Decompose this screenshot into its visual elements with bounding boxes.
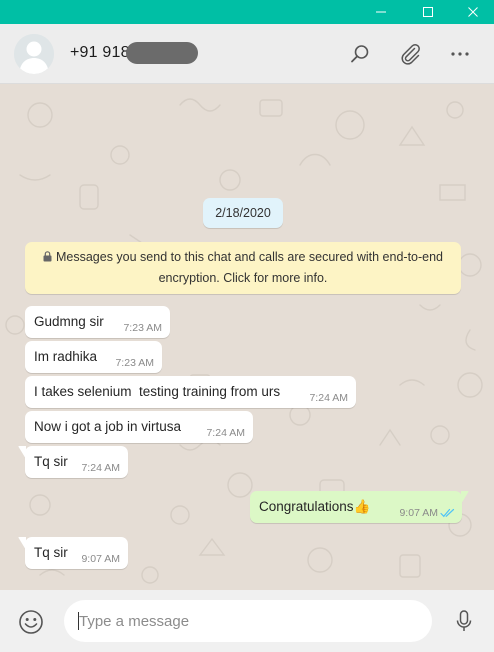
more-options-icon	[451, 52, 469, 56]
message-text: Tq sir	[34, 454, 68, 469]
emoji-button[interactable]	[18, 609, 44, 635]
message-composer	[0, 590, 494, 652]
minimize-icon	[376, 11, 386, 13]
date-divider: 2/18/2020	[203, 198, 283, 228]
message-text: I takes selenium testing training from u…	[34, 384, 281, 399]
message-time: 9:07 AM	[399, 507, 438, 519]
bubble-tail	[18, 537, 26, 550]
message-bubble-incoming[interactable]: Tq sir 7:24 AM	[18, 446, 128, 478]
lock-icon	[43, 251, 52, 262]
bubble-tail	[461, 491, 469, 504]
search-button[interactable]	[346, 40, 374, 68]
message-input[interactable]	[79, 600, 419, 642]
title-bar	[0, 0, 494, 24]
encryption-notice[interactable]: Messages you send to this chat and calls…	[25, 242, 461, 294]
voice-message-button[interactable]	[454, 609, 474, 635]
chat-area[interactable]: 2/18/2020 Messages you send to this chat…	[0, 85, 494, 590]
message-bubble-incoming[interactable]: Im radhika 7:23 AM	[25, 341, 162, 373]
close-icon	[468, 7, 478, 17]
attach-button[interactable]	[396, 40, 424, 68]
message-text: Congratulations👍	[259, 499, 371, 514]
message-bubble-incoming[interactable]: Gudmng sir 7:23 AM	[25, 306, 170, 338]
search-icon	[351, 45, 369, 63]
minimize-button[interactable]	[358, 0, 404, 24]
message-text: Tq sir	[34, 545, 68, 560]
message-time: 7:24 AM	[309, 392, 348, 404]
message-time: 7:24 AM	[206, 427, 245, 439]
message-text: Gudmng sir	[34, 314, 104, 329]
bubble-tail	[18, 446, 26, 459]
contact-name[interactable]: +91 918	[70, 44, 130, 62]
message-time: 9:07 AM	[81, 553, 120, 565]
message-bubble-incoming[interactable]: I takes selenium testing training from u…	[25, 376, 356, 408]
message-input-container[interactable]	[64, 600, 432, 642]
microphone-icon	[456, 610, 472, 631]
message-bubble-incoming[interactable]: Tq sir 9:07 AM	[18, 537, 128, 569]
message-text: Im radhika	[34, 349, 98, 364]
close-button[interactable]	[450, 0, 494, 24]
message-time: 7:23 AM	[123, 322, 162, 334]
default-avatar-icon	[14, 34, 54, 74]
encryption-notice-text: Messages you send to this chat and calls…	[55, 250, 444, 285]
message-time: 7:24 AM	[81, 462, 120, 474]
message-bubble-outgoing[interactable]: Congratulations👍 9:07 AM	[250, 491, 469, 523]
chat-header: +91 918	[0, 24, 494, 84]
contact-avatar[interactable]	[14, 34, 54, 74]
paperclip-icon	[401, 43, 420, 65]
redaction-mark	[126, 42, 198, 64]
message-time: 7:23 AM	[115, 357, 154, 369]
message-text: Now i got a job in virtusa	[34, 419, 182, 434]
emoji-icon	[19, 610, 43, 634]
maximize-icon	[423, 7, 433, 17]
more-options-button[interactable]	[446, 40, 474, 68]
message-bubble-incoming[interactable]: Now i got a job in virtusa 7:24 AM	[25, 411, 253, 443]
read-receipt-double-tick-icon	[440, 508, 455, 518]
maximize-button[interactable]	[405, 0, 451, 24]
